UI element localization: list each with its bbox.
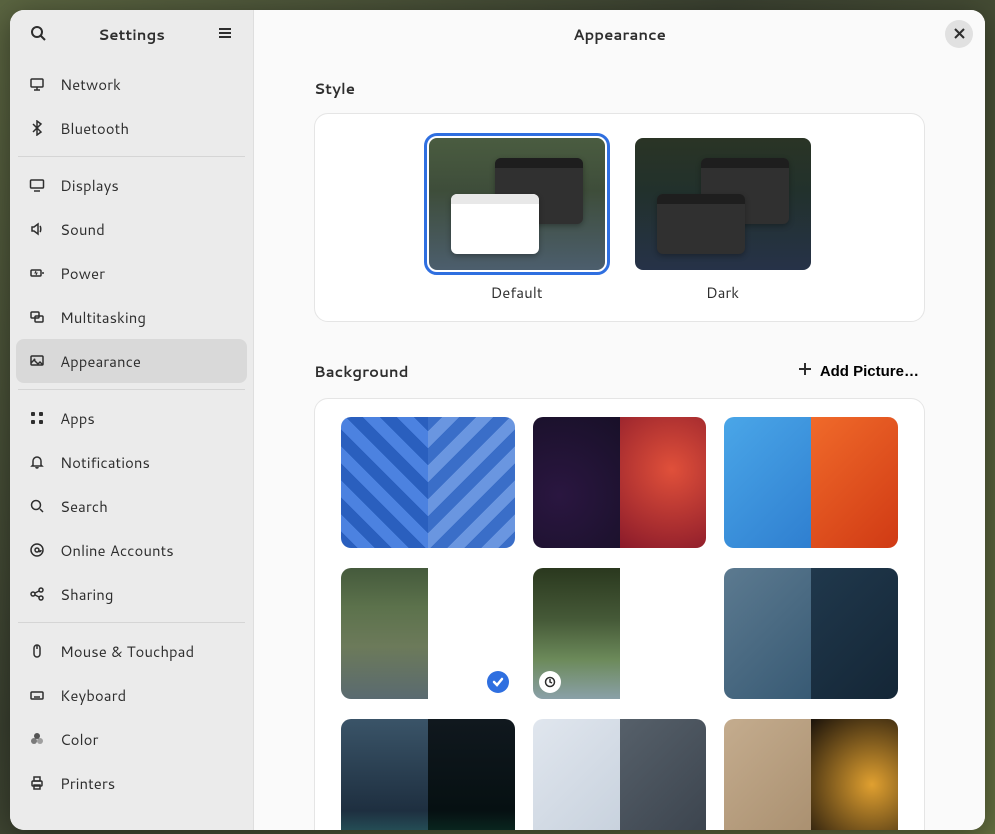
wallpaper-thumb[interactable] — [533, 719, 707, 830]
sidebar-item-online-accounts[interactable]: Online Accounts — [16, 528, 247, 572]
add-picture-button[interactable]: Add Picture… — [792, 358, 925, 384]
wallpaper-grid — [341, 417, 898, 830]
sidebar-item-sharing[interactable]: Sharing — [16, 572, 247, 616]
sidebar-item-label: Keyboard — [60, 685, 235, 706]
sidebar-item-label: Color — [60, 729, 235, 750]
plus-icon — [798, 362, 812, 380]
sidebar-item-label: Sound — [60, 219, 235, 240]
wallpaper-thumb[interactable] — [341, 417, 515, 548]
page-title: Appearance — [573, 24, 666, 45]
hamburger-icon — [217, 25, 233, 44]
style-section-title: Style — [314, 78, 925, 99]
bell-icon — [28, 453, 46, 471]
sidebar-item-network[interactable]: Network — [16, 62, 247, 106]
sidebar-item-bluetooth[interactable]: Bluetooth — [16, 106, 247, 150]
style-thumb-default — [429, 138, 605, 270]
sidebar-item-keyboard[interactable]: Keyboard — [16, 673, 247, 717]
sidebar: Settings Network Bluetooth Displays — [10, 10, 254, 830]
settings-window: Settings Network Bluetooth Displays — [10, 10, 985, 830]
multitask-icon — [28, 308, 46, 326]
sidebar-header: Settings — [10, 10, 253, 58]
sidebar-item-label: Apps — [60, 408, 235, 429]
main-content: Style Default Dark — [254, 58, 985, 830]
wallpaper-thumb[interactable] — [341, 719, 515, 830]
sidebar-item-label: Sharing — [60, 584, 235, 605]
sidebar-item-search[interactable]: Search — [16, 484, 247, 528]
wallpaper-thumb[interactable] — [724, 417, 898, 548]
separator — [18, 156, 245, 157]
search-icon — [28, 497, 46, 515]
sidebar-item-mouse[interactable]: Mouse & Touchpad — [16, 629, 247, 673]
sidebar-item-color[interactable]: Color — [16, 717, 247, 761]
sidebar-item-power[interactable]: Power — [16, 251, 247, 295]
color-icon — [28, 730, 46, 748]
sidebar-item-label: Printers — [60, 773, 235, 794]
selected-badge — [487, 671, 509, 693]
main-header: Appearance — [254, 10, 985, 58]
sidebar-item-printers[interactable]: Printers — [16, 761, 247, 805]
close-button[interactable] — [945, 20, 973, 48]
separator — [18, 622, 245, 623]
style-card: Default Dark — [314, 113, 925, 322]
bluetooth-icon — [28, 119, 46, 137]
sidebar-item-label: Bluetooth — [60, 118, 235, 139]
at-icon — [28, 541, 46, 559]
sidebar-item-label: Power — [60, 263, 235, 284]
wallpaper-thumb[interactable] — [533, 417, 707, 548]
wallpaper-thumb[interactable] — [533, 568, 707, 699]
sidebar-item-notifications[interactable]: Notifications — [16, 440, 247, 484]
sidebar-item-label: Multitasking — [60, 307, 235, 328]
style-label: Dark — [635, 282, 811, 303]
sidebar-item-displays[interactable]: Displays — [16, 163, 247, 207]
sidebar-item-label: Mouse & Touchpad — [60, 641, 235, 662]
sidebar-item-sound[interactable]: Sound — [16, 207, 247, 251]
main-panel: Appearance Style Default — [254, 10, 985, 830]
sidebar-title: Settings — [98, 24, 165, 45]
add-picture-label: Add Picture… — [820, 363, 919, 380]
display-icon — [28, 176, 46, 194]
sidebar-item-label: Displays — [60, 175, 235, 196]
share-icon — [28, 585, 46, 603]
style-option-dark[interactable]: Dark — [635, 138, 811, 303]
appearance-icon — [28, 352, 46, 370]
background-section-title: Background — [314, 361, 409, 382]
window-mock-front — [451, 194, 539, 254]
sidebar-item-label: Network — [60, 74, 235, 95]
sidebar-item-appearance[interactable]: Appearance — [16, 339, 247, 383]
speaker-icon — [28, 220, 46, 238]
separator — [18, 389, 245, 390]
dynamic-badge — [539, 671, 561, 693]
style-label: Default — [429, 282, 605, 303]
background-section-header: Background Add Picture… — [314, 358, 925, 384]
globe-icon — [28, 75, 46, 93]
window-mock-front — [657, 194, 745, 254]
wallpaper-thumb[interactable] — [341, 568, 515, 699]
wallpaper-thumb[interactable] — [724, 719, 898, 830]
sidebar-item-multitasking[interactable]: Multitasking — [16, 295, 247, 339]
battery-icon — [28, 264, 46, 282]
background-card — [314, 398, 925, 830]
style-option-default[interactable]: Default — [429, 138, 605, 303]
mouse-icon — [28, 642, 46, 660]
style-thumb-dark — [635, 138, 811, 270]
sidebar-item-label: Notifications — [60, 452, 235, 473]
sidebar-list: Network Bluetooth Displays Sound Power — [10, 58, 253, 830]
close-icon — [954, 26, 965, 42]
sidebar-item-apps[interactable]: Apps — [16, 396, 247, 440]
sidebar-item-label: Search — [60, 496, 235, 517]
sidebar-item-label: Appearance — [60, 351, 235, 372]
search-icon — [30, 25, 46, 44]
keyboard-icon — [28, 686, 46, 704]
printer-icon — [28, 774, 46, 792]
sidebar-item-label: Online Accounts — [60, 540, 235, 561]
apps-icon — [28, 409, 46, 427]
menu-button[interactable] — [211, 20, 239, 48]
wallpaper-thumb[interactable] — [724, 568, 898, 699]
search-button[interactable] — [24, 20, 52, 48]
